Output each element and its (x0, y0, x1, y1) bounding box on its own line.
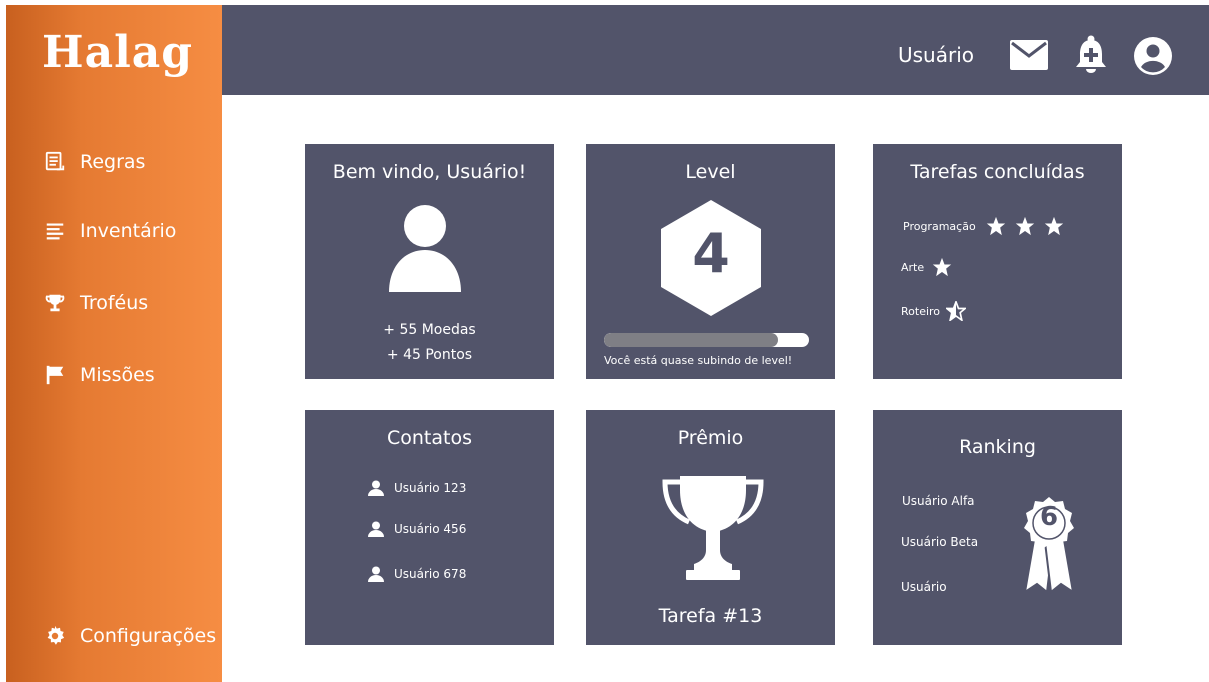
sidebar-item-inventario[interactable]: Inventário (44, 216, 176, 246)
sidebar-item-regras[interactable]: Regras (44, 147, 145, 177)
sidebar-item-label: Troféus (80, 292, 149, 314)
welcome-title: Bem vindo, Usuário! (332, 161, 527, 183)
user-icon (368, 480, 384, 496)
scroll-icon (45, 151, 65, 171)
task-label: Programação (903, 219, 976, 233)
app-logo: Halag (42, 27, 194, 78)
sidebar-item-label: Regras (80, 151, 146, 173)
trophy-icon (45, 294, 65, 312)
task-label: Arte (901, 260, 925, 274)
sidebar-item-label: Missões (80, 364, 155, 386)
star-icon (1044, 216, 1063, 236)
user-profile-icon[interactable] (1133, 36, 1173, 76)
points-text: + 45 Pontos (386, 347, 473, 363)
ranking-title: Ranking (959, 436, 1036, 458)
prize-card: Prêmio Tarefa #13 (586, 410, 835, 645)
task-label: Roteiro (901, 304, 941, 318)
settings-label: Configurações (80, 625, 217, 647)
star-icon (986, 216, 1005, 236)
sidebar: Halag Regras Inventário Troféus Missões … (6, 5, 222, 682)
contacts-title: Contatos (387, 427, 472, 449)
level-message: Você está quase subindo de level! (604, 354, 793, 367)
ranking-card: Ranking Usuário Alfa Usuário Beta Usuári… (873, 410, 1122, 645)
contact-name: Usuário 456 (394, 522, 467, 536)
contact-item[interactable]: Usuário 456 (368, 521, 466, 537)
mail-icon[interactable] (1010, 40, 1048, 70)
contact-item[interactable]: Usuário 678 (368, 566, 466, 582)
task-row: Arte (901, 257, 952, 277)
star-icon (932, 257, 952, 277)
tasks-card: Tarefas concluídas Programação Arte Rote… (873, 144, 1122, 379)
sidebar-item-label: Inventário (80, 220, 177, 242)
coins-text: + 55 Moedas (383, 322, 476, 338)
trophy-icon (662, 476, 764, 580)
level-card: Level 4 Você está quase subindo de level… (586, 144, 835, 379)
gear-icon (47, 625, 65, 645)
flag-icon (46, 365, 64, 385)
list-icon (46, 223, 64, 240)
level-progress-bar (604, 333, 809, 347)
star-icon (1015, 216, 1034, 236)
sidebar-item-missoes[interactable]: Missões (44, 360, 155, 390)
contact-name: Usuário 678 (394, 567, 467, 581)
top-bar: Usuário (222, 5, 1209, 95)
welcome-card: Bem vindo, Usuário! + 55 Moedas + 45 Pon… (305, 144, 554, 379)
tasks-title: Tarefas concluídas (910, 161, 1085, 183)
ranking-item: Usuário Alfa (902, 494, 975, 508)
ranking-item: Usuário Beta (901, 535, 979, 549)
level-number: 4 (692, 222, 730, 285)
contacts-card: Contatos Usuário 123 Usuário 456 Usuário… (305, 410, 554, 645)
settings-button[interactable]: Configurações (44, 621, 216, 651)
level-progress-fill (604, 333, 779, 347)
user-icon (368, 521, 384, 537)
prize-title: Prêmio (677, 427, 744, 449)
task-row: Roteiro (901, 301, 967, 321)
contact-item[interactable]: Usuário 123 (368, 480, 466, 496)
ranking-item: Usuário (901, 580, 947, 594)
user-avatar-icon (389, 205, 461, 292)
user-icon (368, 566, 384, 582)
sidebar-item-trofeus[interactable]: Troféus (44, 288, 148, 318)
contact-name: Usuário 123 (394, 481, 467, 495)
ranking-position: 6 (1039, 502, 1059, 532)
task-row: Programação (903, 216, 1064, 236)
level-title: Level (685, 161, 736, 183)
header-user-label[interactable]: Usuário (898, 43, 974, 67)
prize-task: Tarefa #13 (658, 605, 763, 627)
bell-icon[interactable] (1074, 35, 1108, 75)
half-star-icon (946, 301, 967, 321)
